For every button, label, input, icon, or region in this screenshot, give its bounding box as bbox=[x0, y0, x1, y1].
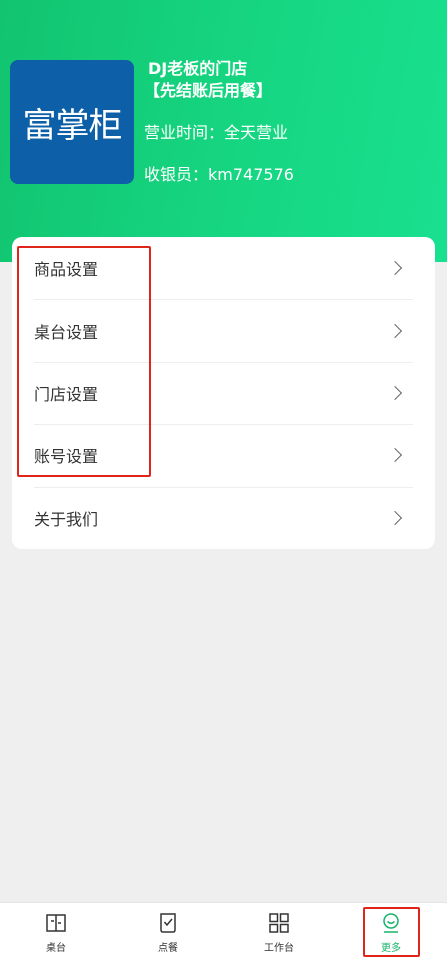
tab-table[interactable]: 桌台 bbox=[0, 903, 112, 961]
menu-item-label: 门店设置 bbox=[34, 384, 99, 404]
business-hours: 营业时间：全天营业 bbox=[144, 123, 289, 142]
menu-item-label: 商品设置 bbox=[34, 260, 99, 280]
tab-label: 更多 bbox=[381, 942, 401, 954]
menu-item-label: 关于我们 bbox=[34, 509, 99, 529]
menu-item-account-settings[interactable]: 账号设置 bbox=[12, 424, 435, 486]
tab-order[interactable]: 点餐 bbox=[112, 903, 224, 961]
chevron-right-icon bbox=[387, 385, 403, 401]
store-mode: 【先结账后用餐】 bbox=[144, 81, 273, 100]
chevron-right-icon bbox=[387, 510, 403, 525]
settings-menu: 商品设置 桌台设置 门店设置 账号设置 关于我们 bbox=[12, 237, 435, 549]
tab-label: 桌台 bbox=[46, 942, 66, 954]
tab-label: 点餐 bbox=[158, 942, 178, 954]
more-icon bbox=[383, 912, 399, 933]
menu-item-label: 桌台设置 bbox=[34, 322, 99, 342]
chevron-right-icon bbox=[387, 448, 403, 463]
order-icon bbox=[160, 912, 176, 933]
chevron-right-icon bbox=[387, 261, 403, 276]
workbench-icon bbox=[269, 912, 289, 933]
store-header: 富掌柜 DJ老板的门店 【先结账后用餐】 营业时间：全天营业 收银员：km747… bbox=[0, 0, 447, 262]
tab-workbench[interactable]: 工作台 bbox=[223, 903, 335, 961]
tab-label: 工作台 bbox=[264, 942, 294, 954]
menu-item-about-us[interactable]: 关于我们 bbox=[12, 486, 435, 549]
store-logo: 富掌柜 bbox=[10, 60, 134, 184]
menu-item-store-settings[interactable]: 门店设置 bbox=[12, 361, 435, 424]
chevron-right-icon bbox=[387, 323, 403, 338]
menu-item-product-settings[interactable]: 商品设置 bbox=[12, 237, 435, 299]
cashier-id: 收银员：km747576 bbox=[144, 165, 294, 184]
menu-item-label: 账号设置 bbox=[34, 447, 99, 467]
menu-item-table-settings[interactable]: 桌台设置 bbox=[12, 299, 435, 361]
tab-more[interactable]: 更多 bbox=[335, 903, 447, 961]
logo-text: 富掌柜 bbox=[22, 105, 123, 146]
store-name: DJ老板的门店 bbox=[148, 59, 248, 78]
bottom-tab-bar: 桌台 点餐 工作台 更多 bbox=[0, 902, 447, 961]
table-icon bbox=[46, 913, 66, 932]
